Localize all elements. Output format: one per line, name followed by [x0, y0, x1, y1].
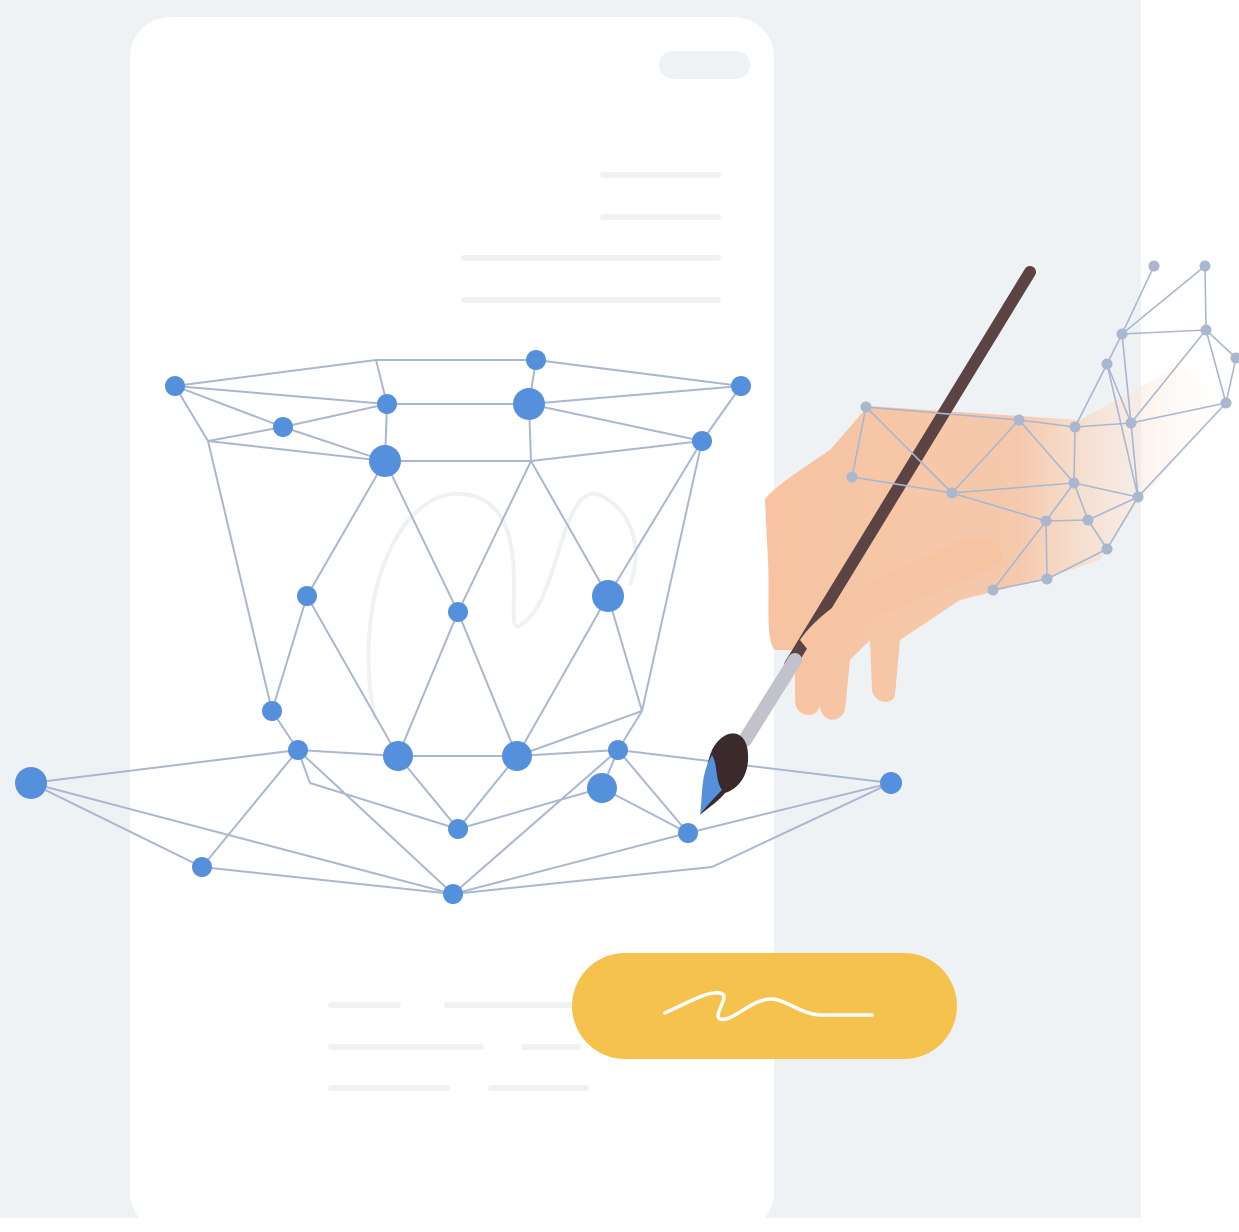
- hand-mesh-node: [1042, 574, 1053, 585]
- face-mesh-edge: [453, 867, 712, 894]
- face-mesh-edge: [712, 783, 891, 867]
- hand-mesh-node: [1201, 325, 1212, 336]
- face-mesh-node: [377, 394, 397, 414]
- face-mesh-edge: [310, 783, 458, 829]
- hand-mesh-node: [1014, 415, 1025, 426]
- face-mesh-node: [678, 823, 698, 843]
- face-mesh-edge: [175, 386, 387, 404]
- hand-mesh-node: [1126, 418, 1137, 429]
- brush-ferrule: [745, 660, 795, 740]
- face-mesh-edge: [208, 441, 272, 711]
- face-mesh-edge: [618, 750, 891, 783]
- face-mesh-edge: [175, 386, 283, 427]
- face-mesh-edge: [298, 750, 453, 894]
- hand-mesh-node: [947, 488, 958, 499]
- hand-mesh-edge: [1122, 266, 1205, 334]
- signature-button[interactable]: [572, 953, 957, 1059]
- face-mesh-edge: [175, 360, 376, 386]
- face-mesh-node: [262, 701, 282, 721]
- face-mesh-edge: [31, 783, 453, 894]
- hand-with-brush-icon: [700, 261, 1239, 816]
- hand-mesh-edge: [1226, 358, 1236, 403]
- face-mesh-edge: [208, 427, 283, 441]
- face-mesh-node: [608, 740, 628, 760]
- hand-mesh-node: [1102, 359, 1113, 370]
- face-mesh-edge: [702, 386, 741, 441]
- face-mesh-node: [369, 445, 401, 477]
- face-mesh-node: [692, 431, 712, 451]
- face-mesh-edge: [517, 596, 608, 756]
- face-mesh-edge: [642, 441, 702, 711]
- face-mesh-node: [448, 819, 468, 839]
- face-mesh-node: [592, 580, 624, 612]
- face-mesh-node: [15, 767, 47, 799]
- face-mesh-node: [383, 741, 413, 771]
- face-mesh-node: [192, 857, 212, 877]
- hand-mesh-node: [988, 585, 999, 596]
- hand-mesh-node: [1133, 492, 1144, 503]
- face-mesh-node: [880, 772, 902, 794]
- face-mesh-edge: [458, 612, 517, 756]
- hand-mesh-node: [1102, 544, 1113, 555]
- face-mesh-node: [297, 586, 317, 606]
- face-mesh-edge: [31, 750, 298, 783]
- face-mesh-edge: [608, 441, 702, 596]
- face-mesh-edge: [31, 783, 202, 867]
- hand-mesh-edge: [1205, 266, 1206, 330]
- face-mesh-node: [526, 350, 546, 370]
- face-mesh-edge: [298, 750, 398, 756]
- hand-mesh-node: [1041, 516, 1052, 527]
- face-mesh-edge: [618, 750, 688, 833]
- face-mesh-edge: [307, 461, 385, 596]
- hand-mesh-node: [1200, 261, 1211, 272]
- hand-mesh-edge: [1074, 427, 1075, 483]
- face-mesh-edge: [536, 360, 741, 386]
- face-mesh-lines: [31, 360, 891, 894]
- face-mesh-edge: [202, 867, 453, 894]
- hand-mesh-edge: [1046, 520, 1088, 521]
- face-mesh-node: [587, 773, 617, 803]
- face-mesh-node: [288, 740, 308, 760]
- face-mesh-edge: [529, 386, 741, 404]
- hand-mesh-edge: [1122, 330, 1206, 334]
- hand-mesh-node: [861, 402, 872, 413]
- hand-mesh-node: [1221, 398, 1232, 409]
- face-mesh-node: [731, 376, 751, 396]
- face-mesh-node: [502, 741, 532, 771]
- face-mesh-edge: [458, 461, 531, 612]
- signature-scribble-icon: [572, 953, 957, 1059]
- face-mesh-edge: [531, 441, 702, 461]
- hand-mesh-node: [1083, 515, 1094, 526]
- face-mesh-edge: [272, 596, 307, 711]
- face-mesh-edge: [608, 596, 642, 711]
- hand-mesh-node: [1149, 261, 1160, 272]
- faint-watermark-scribble: [368, 494, 635, 720]
- face-mesh-edge: [529, 404, 702, 441]
- face-mesh-node: [448, 602, 468, 622]
- face-mesh-edge: [307, 596, 398, 756]
- face-mesh-node: [273, 417, 293, 437]
- hand-mesh-edge: [1122, 266, 1154, 334]
- hand-mesh-node: [1069, 478, 1080, 489]
- face-mesh-edge: [283, 404, 387, 427]
- hand-mesh-node: [1117, 329, 1128, 340]
- face-mesh-edge: [531, 461, 608, 596]
- face-mesh-node: [513, 388, 545, 420]
- hand-mesh-node: [847, 472, 858, 483]
- face-mesh-node: [443, 884, 463, 904]
- face-mesh-edge: [398, 612, 458, 756]
- hand-mesh-node: [1070, 422, 1081, 433]
- hand-mesh-edge: [1046, 521, 1047, 579]
- face-mesh-edge: [208, 441, 385, 461]
- face-mesh-edge: [458, 788, 602, 829]
- face-mesh-node: [165, 376, 185, 396]
